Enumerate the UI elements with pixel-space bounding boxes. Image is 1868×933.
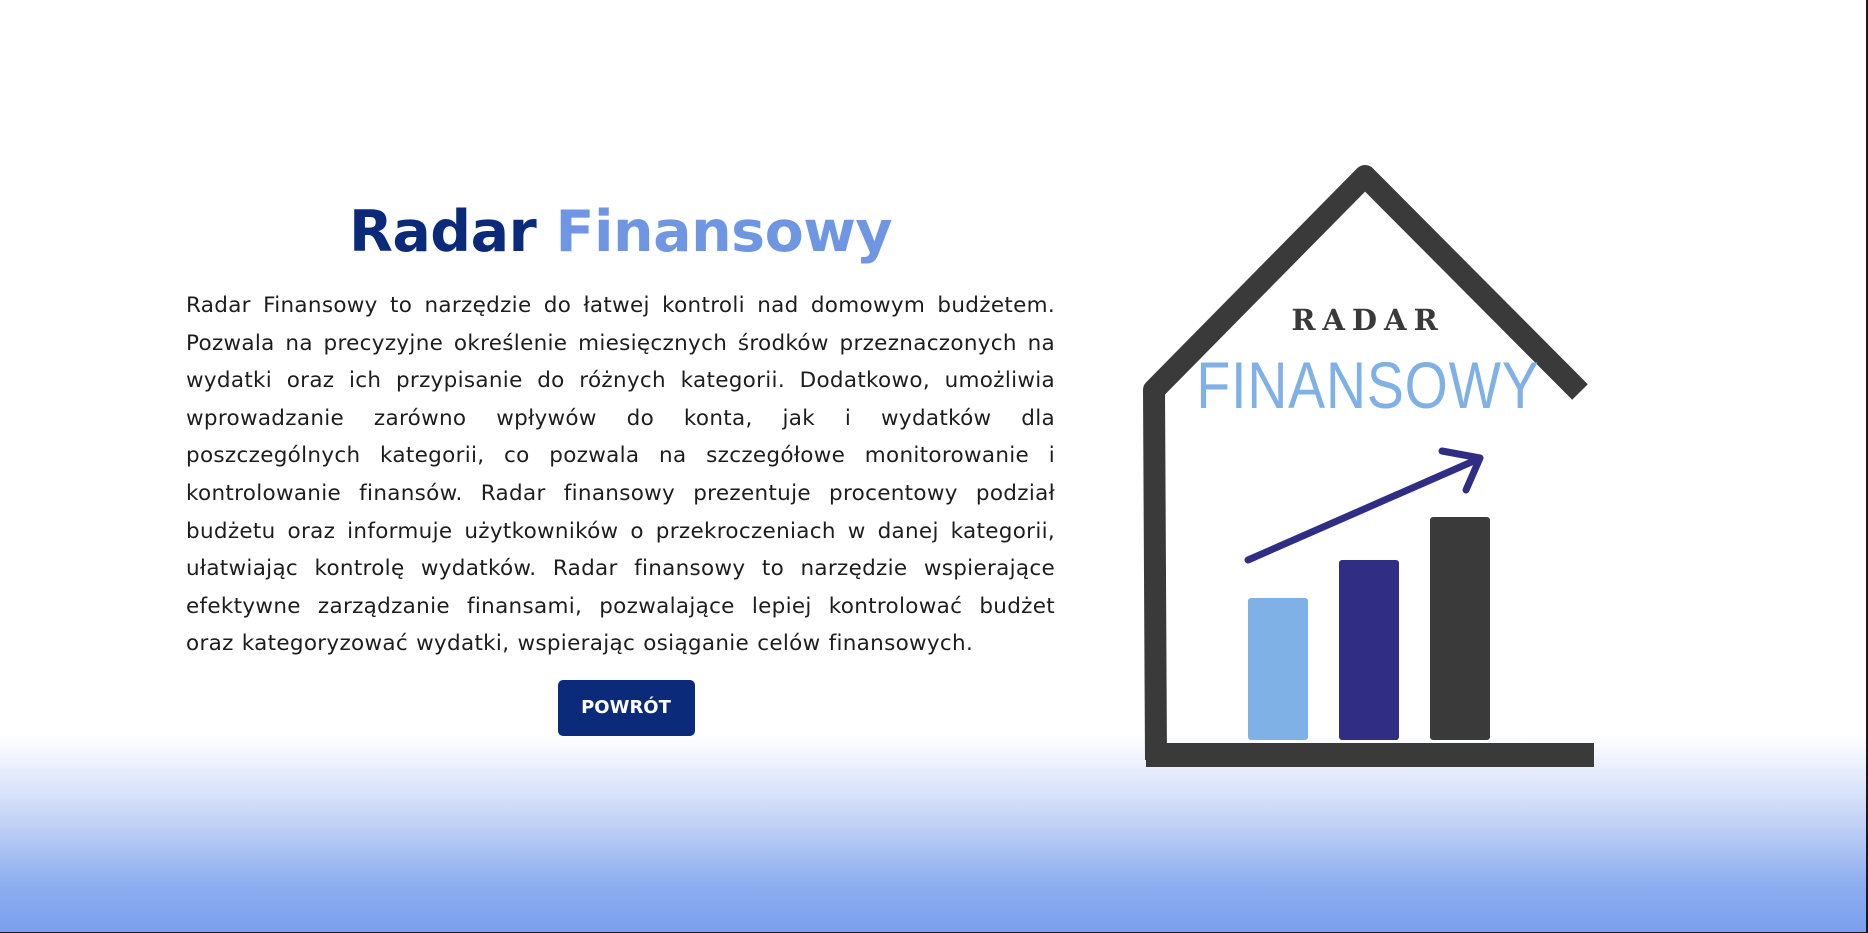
- logo-bar-gray: [1430, 517, 1490, 740]
- logo-text-radar: RADAR: [1291, 303, 1444, 337]
- title-finansowy: Finansowy: [555, 199, 893, 265]
- radar-finansowy-logo: RADAR FINANSOWY: [1140, 160, 1600, 770]
- logo-bar-light-blue: [1248, 598, 1308, 740]
- title-radar: Radar: [348, 199, 537, 265]
- logo-text-finansowy: FINANSOWY: [1196, 348, 1539, 422]
- back-button[interactable]: POWRÓT: [557, 679, 695, 736]
- house-bar-chart-logo-icon: RADAR FINANSOWY: [1143, 165, 1594, 767]
- logo-bar-navy: [1339, 560, 1399, 740]
- button-container: POWRÓT: [186, 679, 1055, 736]
- about-section: Radar Finansowy Radar Finansowy to narzę…: [186, 195, 1055, 736]
- app-description: Radar Finansowy to narzędzie do łatwej k…: [186, 293, 1055, 657]
- page-title: Radar Finansowy: [186, 195, 1055, 269]
